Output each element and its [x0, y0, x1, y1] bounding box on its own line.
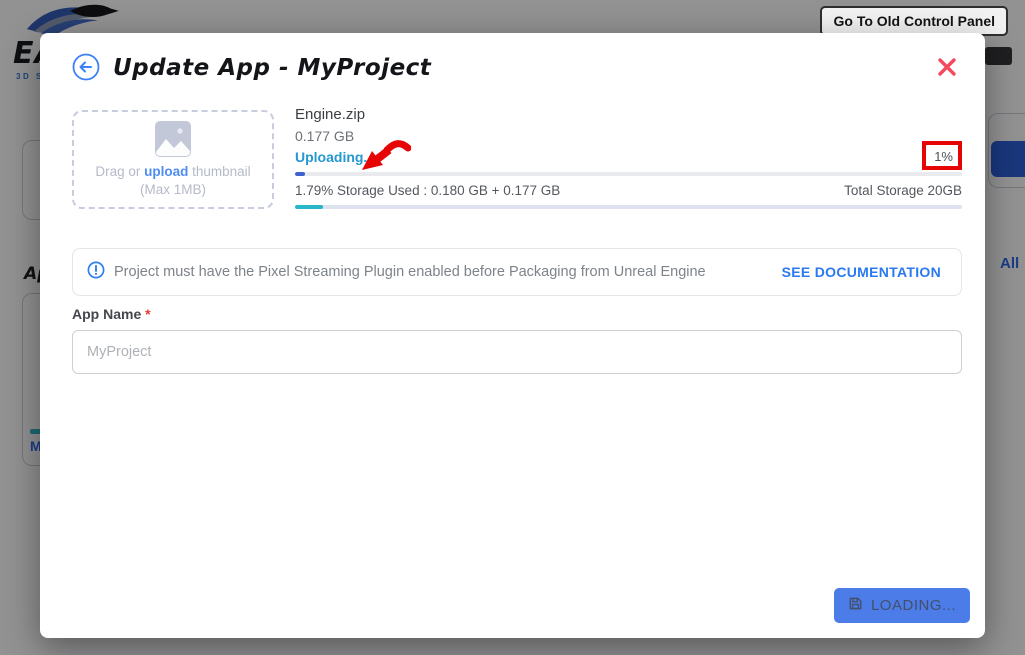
dropzone-size-limit: (Max 1MB) — [74, 181, 272, 199]
upload-progress-fill — [295, 172, 305, 176]
image-placeholder-icon — [151, 145, 195, 162]
upload-percent-value: 1% — [934, 149, 953, 164]
app-name-label-text: App Name — [72, 306, 141, 322]
dropzone-instruction: Drag or upload thumbnail — [74, 163, 272, 181]
save-button-label: LOADING... — [871, 597, 956, 614]
update-app-modal: Update App - MyProject Drag or upload th… — [40, 33, 985, 638]
dropzone-text-suffix: thumbnail — [188, 164, 250, 179]
upload-status-text: Uploading... — [295, 149, 962, 165]
file-size: 0.177 GB — [295, 128, 962, 144]
see-documentation-link[interactable]: SEE DOCUMENTATION — [782, 264, 941, 280]
save-icon — [848, 596, 863, 615]
close-button[interactable] — [935, 56, 959, 80]
file-name: Engine.zip — [295, 106, 962, 123]
back-arrow-icon — [72, 69, 100, 84]
go-to-old-control-panel-button[interactable]: Go To Old Control Panel — [820, 6, 1008, 36]
thumbnail-dropzone[interactable]: Drag or upload thumbnail (Max 1MB) — [72, 110, 274, 209]
app-name-input[interactable] — [72, 330, 962, 374]
total-storage-text: Total Storage 20GB — [844, 183, 962, 198]
info-icon — [87, 261, 105, 284]
upload-thumbnail-link[interactable]: upload — [144, 164, 188, 179]
pixel-streaming-alert: Project must have the Pixel Streaming Pl… — [72, 248, 962, 296]
required-asterisk: * — [145, 306, 150, 322]
app-name-label: App Name * — [72, 306, 151, 322]
dropzone-text-prefix: Drag or — [95, 164, 144, 179]
back-button[interactable] — [72, 53, 100, 81]
save-loading-button[interactable]: LOADING... — [834, 588, 970, 623]
storage-summary-row: 1.79% Storage Used : 0.180 GB + 0.177 GB… — [295, 183, 962, 198]
close-icon — [936, 66, 958, 81]
storage-used-text: 1.79% Storage Used : 0.180 GB + 0.177 GB — [295, 183, 560, 198]
alert-message: Project must have the Pixel Streaming Pl… — [114, 264, 782, 280]
upload-progress-bar — [295, 172, 962, 176]
storage-progress-bar — [295, 205, 962, 209]
modal-title: Update App - MyProject — [113, 55, 431, 81]
storage-progress-fill — [295, 205, 323, 209]
upload-file-info: Engine.zip 0.177 GB Uploading... 1% 1.79… — [295, 106, 962, 209]
